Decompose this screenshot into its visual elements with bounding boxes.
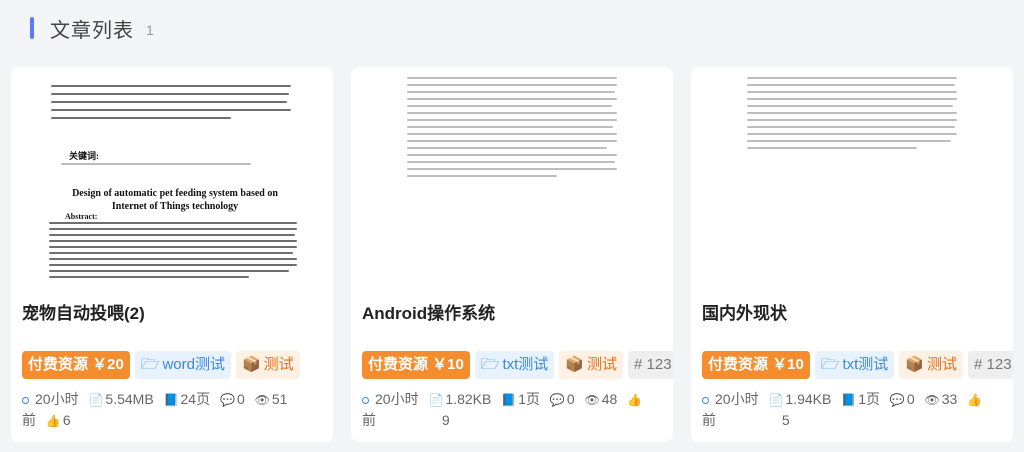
file-size: 5.54MB [105, 391, 154, 407]
test-tag-label: 测试 [263, 356, 294, 373]
file-icon: 📄 [428, 393, 444, 407]
file-size: 1.94KB [785, 391, 832, 407]
folder-icon: 🗁 [820, 356, 840, 373]
meta-time-suffix: 前 [362, 412, 376, 428]
meta-time: 20小时 [375, 391, 419, 407]
card-meta: 20小时 📄 5.54MB 📘 24页 💬 0 👁 51 前 👍 6 [22, 389, 322, 431]
test-tag-label: 测试 [587, 356, 618, 373]
like-count: 9 [441, 412, 450, 428]
format-tag-label: txt测试 [842, 356, 889, 373]
meta-time: 20小时 [715, 391, 759, 407]
comment-count: 0 [236, 391, 245, 407]
like-count: 5 [781, 412, 790, 428]
comment-count: 0 [906, 391, 915, 407]
price-tag[interactable]: 付费资源 ￥10 [362, 351, 470, 379]
number-tag[interactable]: # 123 [628, 351, 673, 379]
card-title[interactable]: Android操作系统 [362, 299, 495, 324]
test-tag[interactable]: 📦 测试 [235, 351, 300, 379]
box-icon: 📦 [905, 356, 924, 373]
file-icon: 📄 [88, 393, 104, 407]
format-tag-label: txt测试 [502, 356, 549, 373]
view-count: 48 [601, 391, 618, 407]
box-icon: 📦 [241, 356, 261, 373]
document-thumbnail[interactable] [691, 67, 1013, 281]
price-tag[interactable]: 付费资源 ￥20 [22, 351, 130, 379]
file-icon: 📄 [768, 393, 784, 407]
article-card[interactable]: Android操作系统 付费资源 ￥10 🗁 txt测试 📦 测试 # 123 20… [351, 67, 673, 442]
eye-icon: 👁 [924, 393, 940, 407]
header-accent-bar [30, 17, 34, 39]
eye-icon: 👁 [584, 393, 600, 407]
like-count: 6 [62, 412, 71, 428]
card-title[interactable]: 宠物自动投喂(2) [22, 299, 145, 324]
article-card[interactable]: 关键词: Design of automatic pet feeding sys… [11, 67, 333, 442]
view-count: 33 [941, 391, 958, 407]
card-title[interactable]: 国内外现状 [702, 299, 787, 324]
thumb-abstract-heading: Abstract: [65, 212, 98, 221]
page-count: 1页 [858, 391, 880, 407]
price-tag[interactable]: 付费资源 ￥10 [702, 351, 810, 379]
tag-row: 付费资源 ￥20 🗁 word测试 📦 测试 [22, 351, 333, 379]
card-meta: 20小时 📄 1.82KB 📘 1页 💬 0 👁 48 👍 前 9 [362, 389, 662, 430]
thumb-up-icon[interactable]: 👍 [46, 411, 61, 431]
format-tag[interactable]: 🗁 txt测试 [474, 351, 555, 379]
comment-icon: 💬 [219, 393, 235, 407]
test-tag[interactable]: 📦 测试 [559, 351, 624, 379]
folder-icon: 🗁 [140, 356, 160, 373]
thumb-up-icon[interactable]: 👍 [627, 390, 642, 410]
clock-dot-icon [362, 396, 369, 404]
document-thumbnail[interactable]: 关键词: Design of automatic pet feeding sys… [11, 67, 333, 281]
meta-time-suffix: 前 [702, 412, 716, 428]
thumb-english-title: Design of automatic pet feeding system b… [72, 188, 278, 212]
page-title: 文章列表 [50, 19, 134, 42]
eye-icon: 👁 [254, 393, 270, 407]
pages-icon: 📘 [841, 393, 857, 407]
comment-icon: 💬 [549, 393, 565, 407]
file-size: 1.82KB [445, 391, 492, 407]
thumb-up-icon[interactable]: 👍 [967, 390, 982, 410]
format-tag-label: word测试 [162, 356, 225, 373]
comment-icon: 💬 [889, 393, 905, 407]
card-meta: 20小时 📄 1.94KB 📘 1页 💬 0 👁 33 👍 前 5 [702, 389, 1002, 430]
article-count: 1 [146, 22, 154, 38]
view-count: 51 [271, 391, 288, 407]
format-tag[interactable]: 🗁 txt测试 [814, 351, 895, 379]
meta-time-suffix: 前 [22, 412, 36, 428]
comment-count: 0 [566, 391, 575, 407]
folder-icon: 🗁 [480, 356, 500, 373]
clock-dot-icon [702, 396, 709, 404]
pages-icon: 📘 [163, 393, 179, 407]
pages-icon: 📘 [501, 393, 517, 407]
meta-time: 20小时 [35, 391, 79, 407]
test-tag[interactable]: 📦 测试 [899, 351, 964, 379]
article-card[interactable]: 国内外现状 付费资源 ￥10 🗁 txt测试 📦 测试 # 123 20小时 📄 1.… [691, 67, 1013, 442]
tag-row: 付费资源 ￥10 🗁 txt测试 📦 测试 # 123 [362, 351, 673, 379]
box-icon: 📦 [565, 356, 584, 373]
thumb-keywords-heading: 关键词: [69, 151, 99, 161]
section-header: 文章列表 1 [30, 14, 154, 42]
page-count: 24页 [180, 391, 211, 407]
tag-row: 付费资源 ￥10 🗁 txt测试 📦 测试 # 123 [702, 351, 1013, 379]
number-tag[interactable]: # 123 [968, 351, 1013, 379]
format-tag[interactable]: 🗁 word测试 [134, 351, 231, 379]
clock-dot-icon [22, 396, 29, 404]
page-count: 1页 [518, 391, 540, 407]
test-tag-label: 测试 [927, 356, 958, 373]
document-thumbnail[interactable] [351, 67, 673, 281]
